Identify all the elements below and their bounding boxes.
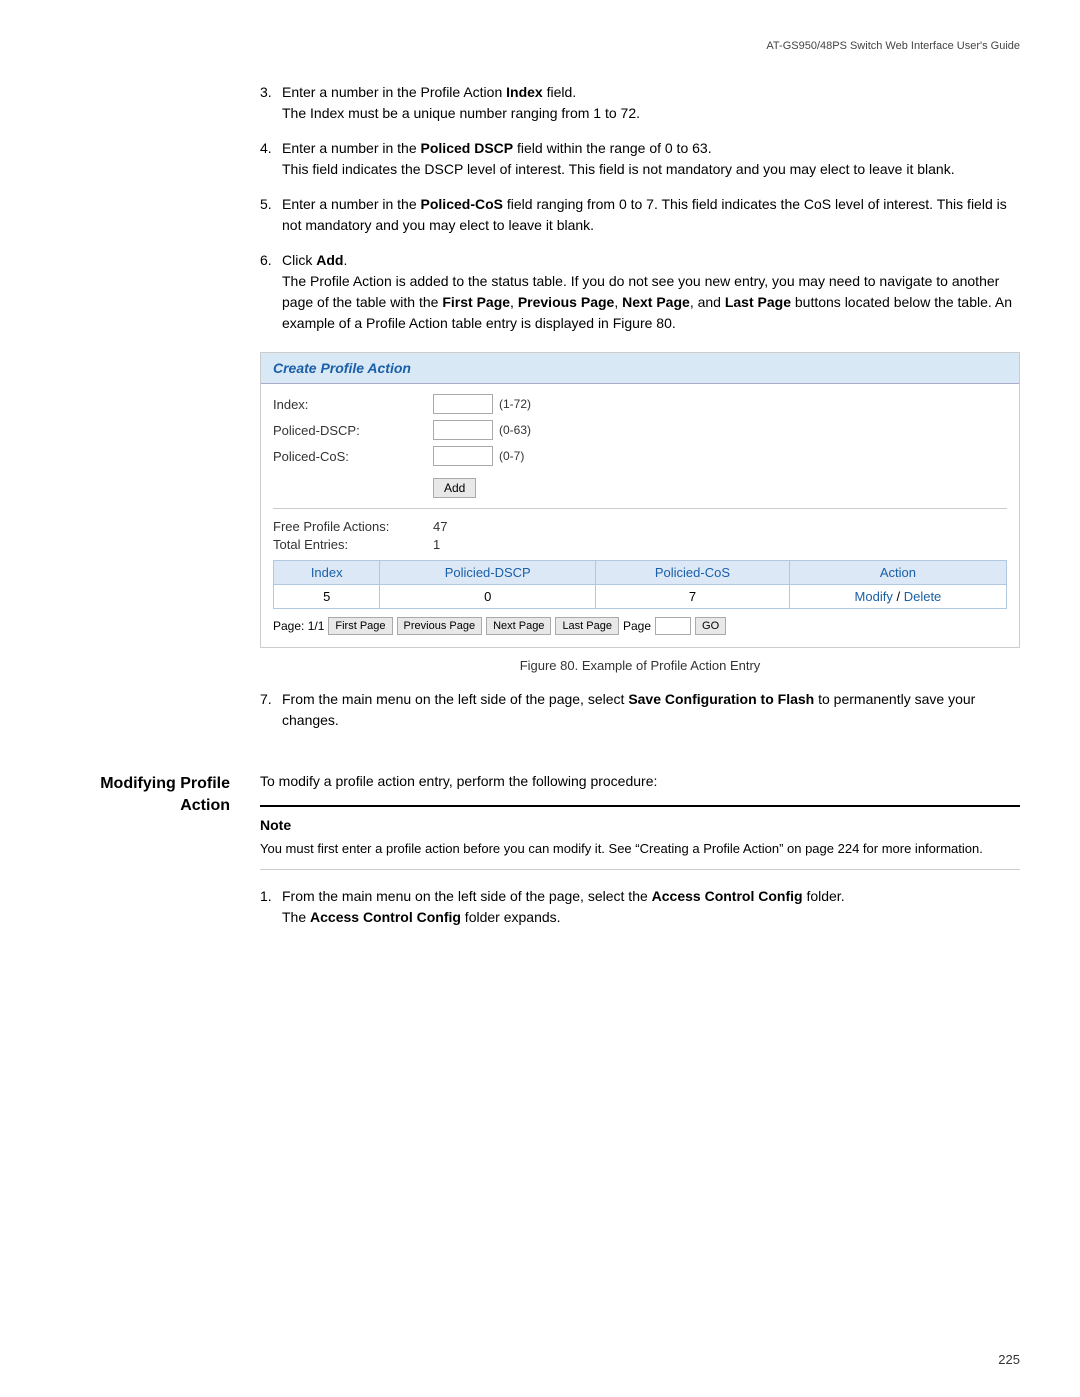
prev-page-button[interactable]: Previous Page	[397, 617, 483, 635]
modify-step-1-text: From the main menu on the left side of t…	[282, 886, 1020, 928]
row-dscp: 0	[380, 585, 596, 609]
steps-list: 3. Enter a number in the Profile Action …	[260, 82, 1020, 334]
page-label: Page	[623, 619, 651, 633]
first-page-button[interactable]: First Page	[328, 617, 392, 635]
section-body: To modify a profile action entry, perfor…	[260, 773, 1020, 942]
cos-input[interactable]	[433, 446, 493, 466]
row-index: 5	[274, 585, 380, 609]
page-number: 225	[998, 1352, 1020, 1367]
last-page-button[interactable]: Last Page	[555, 617, 619, 635]
step-7-text: From the main menu on the left side of t…	[282, 689, 1020, 731]
page-header: AT-GS950/48PS Switch Web Interface User'…	[60, 40, 1020, 52]
step-7-num: 7.	[260, 689, 282, 731]
page-info: Page: 1/1	[273, 619, 324, 633]
col-action: Action	[789, 561, 1006, 585]
dscp-row: Policed-DSCP: (0-63)	[273, 420, 1007, 440]
cos-label: Policed-CoS:	[273, 449, 433, 464]
step-6-num: 6.	[260, 250, 282, 334]
row-action: Modify / Delete	[789, 585, 1006, 609]
cos-hint: (0-7)	[499, 449, 524, 463]
section-title: Modifying Profile Action	[60, 773, 260, 942]
step-5-num: 5.	[260, 194, 282, 236]
col-dscp: Policied-DSCP	[380, 561, 596, 585]
next-page-button[interactable]: Next Page	[486, 617, 551, 635]
dscp-input[interactable]	[433, 420, 493, 440]
figure-box: Create Profile Action Index: (1-72) Poli…	[260, 352, 1020, 648]
modifying-section: Modifying Profile Action To modify a pro…	[60, 773, 1020, 942]
col-cos: Policied-CoS	[596, 561, 790, 585]
modify-step-1: 1. From the main menu on the left side o…	[260, 886, 1020, 928]
index-row: Index: (1-72)	[273, 394, 1007, 414]
step-4-text: Enter a number in the Policed DSCP field…	[282, 138, 1020, 180]
index-input[interactable]	[433, 394, 493, 414]
note-text: You must first enter a profile action be…	[260, 839, 1020, 859]
row-cos: 7	[596, 585, 790, 609]
index-hint: (1-72)	[499, 397, 531, 411]
modify-link[interactable]: Modify	[855, 589, 893, 604]
modify-step-1-num: 1.	[260, 886, 282, 928]
index-label: Index:	[273, 397, 433, 412]
free-actions-value: 47	[433, 519, 447, 534]
figure-title: Create Profile Action	[261, 353, 1019, 384]
add-button[interactable]: Add	[433, 478, 476, 498]
table-header-row: Index Policied-DSCP Policied-CoS Action	[274, 561, 1007, 585]
step-6-text: Click Add. The Profile Action is added t…	[282, 250, 1020, 334]
total-entries-value: 1	[433, 537, 440, 552]
section-title-line1: Modifying Profile	[100, 775, 230, 792]
section-title-line2: Action	[180, 797, 230, 814]
step-7-list: 7. From the main menu on the left side o…	[260, 689, 1020, 731]
total-entries-row: Total Entries: 1	[273, 537, 1007, 552]
figure-body: Index: (1-72) Policed-DSCP: (0-63) Polic…	[261, 384, 1019, 647]
delete-link[interactable]: Delete	[904, 589, 942, 604]
total-entries-label: Total Entries:	[273, 537, 433, 552]
page-number-input[interactable]	[655, 617, 691, 635]
free-actions-row: Free Profile Actions: 47	[273, 519, 1007, 534]
step-5: 5. Enter a number in the Policed-CoS fie…	[260, 194, 1020, 236]
go-button[interactable]: GO	[695, 617, 726, 635]
table-row: 5 0 7 Modify / Delete	[274, 585, 1007, 609]
modify-steps-list: 1. From the main menu on the left side o…	[260, 886, 1020, 928]
cos-row: Policed-CoS: (0-7)	[273, 446, 1007, 466]
step-6: 6. Click Add. The Profile Action is adde…	[260, 250, 1020, 334]
figure-caption: Figure 80. Example of Profile Action Ent…	[260, 658, 1020, 673]
step-7: 7. From the main menu on the left side o…	[260, 689, 1020, 731]
note-title: Note	[260, 817, 1020, 833]
step-3-text: Enter a number in the Profile Action Ind…	[282, 82, 1020, 124]
col-index: Index	[274, 561, 380, 585]
header-title: AT-GS950/48PS Switch Web Interface User'…	[766, 40, 1020, 52]
action-separator: /	[896, 589, 903, 604]
step-5-text: Enter a number in the Policed-CoS field …	[282, 194, 1020, 236]
step-3: 3. Enter a number in the Profile Action …	[260, 82, 1020, 124]
profile-action-table: Index Policied-DSCP Policied-CoS Action …	[273, 560, 1007, 609]
note-box: Note You must first enter a profile acti…	[260, 805, 1020, 870]
section-intro: To modify a profile action entry, perfor…	[260, 773, 1020, 789]
step-3-num: 3.	[260, 82, 282, 124]
dscp-hint: (0-63)	[499, 423, 531, 437]
step-4-num: 4.	[260, 138, 282, 180]
pagination-row: Page: 1/1 First Page Previous Page Next …	[273, 617, 1007, 635]
dscp-label: Policed-DSCP:	[273, 423, 433, 438]
free-actions-label: Free Profile Actions:	[273, 519, 433, 534]
step-4: 4. Enter a number in the Policed DSCP fi…	[260, 138, 1020, 180]
